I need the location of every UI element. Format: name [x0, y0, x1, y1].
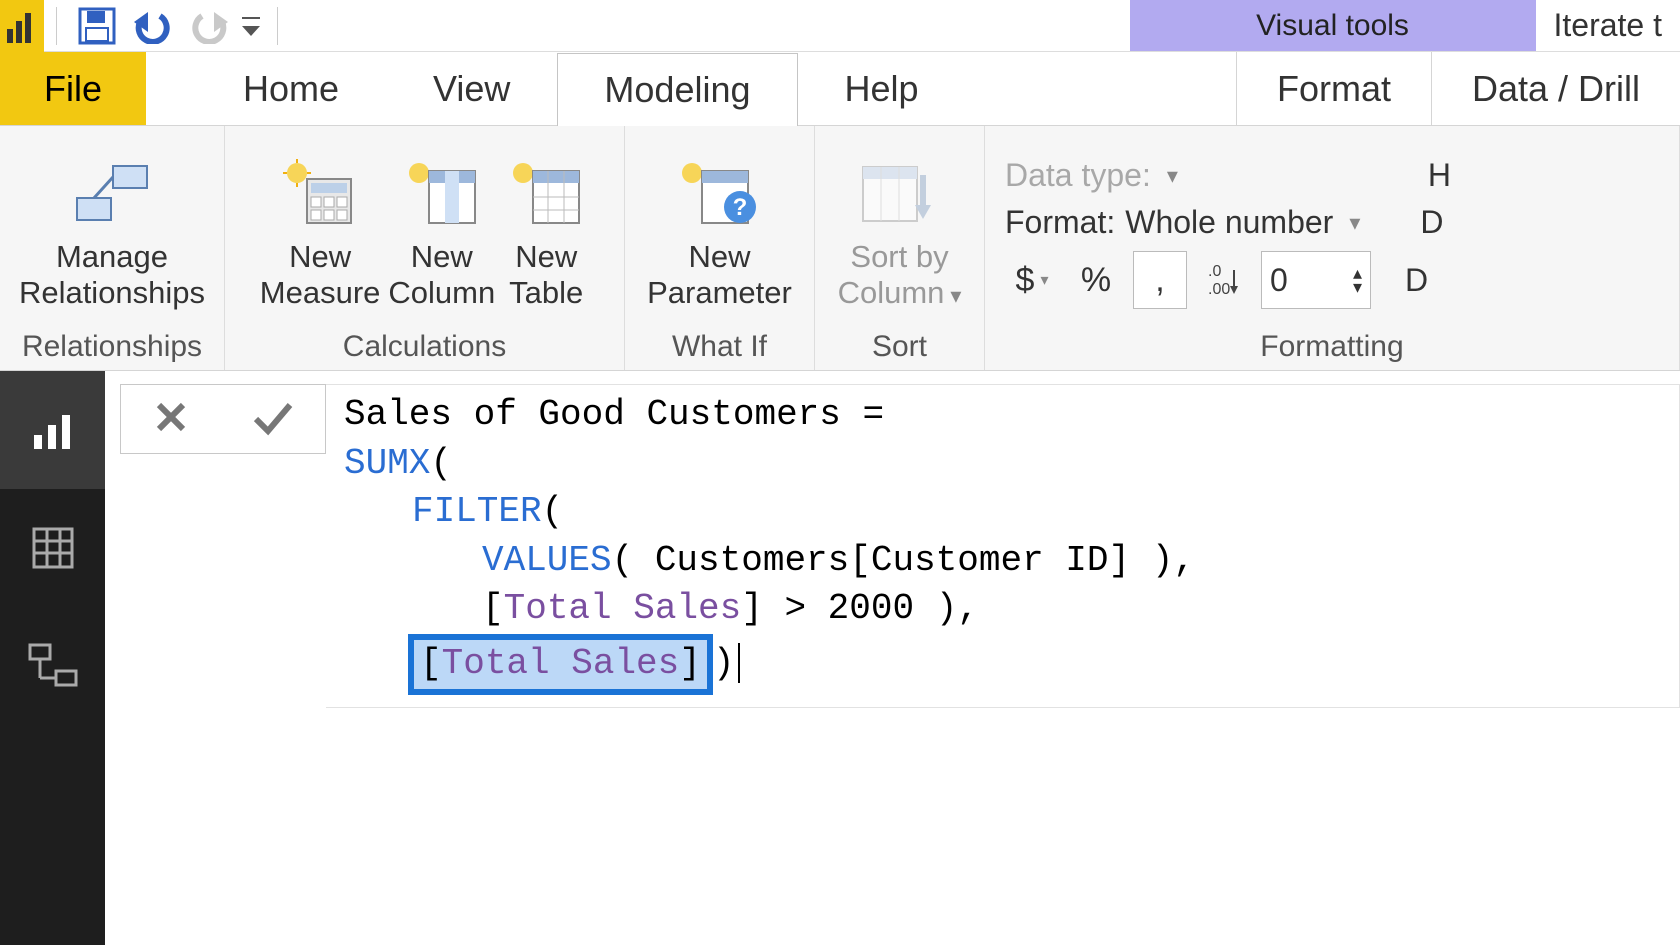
group-sort-label: Sort: [815, 326, 984, 370]
svg-text:.0: .0: [1208, 263, 1221, 280]
chevron-down-icon: ▾: [1167, 163, 1178, 189]
format-dropdown[interactable]: Format: Whole number▾ D: [1005, 204, 1443, 241]
group-relationships-label: Relationships: [0, 326, 224, 370]
new-column-button[interactable]: NewColumn: [388, 149, 495, 310]
thousands-separator-button[interactable]: ,: [1133, 251, 1187, 309]
titlebar: Visual tools Iterate t: [0, 0, 1680, 52]
new-table-button[interactable]: NewTable: [503, 149, 589, 310]
nav-model[interactable]: [0, 607, 105, 725]
formula-cancel-button[interactable]: [151, 397, 191, 442]
datatype-dropdown[interactable]: Data type:▾ H: [1005, 157, 1451, 194]
tab-view[interactable]: View: [386, 52, 557, 125]
tab-modeling[interactable]: Modeling: [557, 53, 797, 126]
nav-data[interactable]: [0, 489, 105, 607]
svg-text:.00: .00: [1208, 281, 1230, 298]
relationships-icon: [69, 155, 155, 233]
percent-button[interactable]: %: [1069, 251, 1123, 309]
visual-tools-context-tab: Visual tools: [1130, 0, 1536, 51]
token-sumx: SUMX: [344, 443, 430, 484]
token-total-sales: Total Sales: [504, 588, 742, 629]
token-filter: FILTER: [412, 491, 542, 532]
new-parameter-button[interactable]: ? NewParameter: [647, 149, 792, 310]
nav-report[interactable]: [0, 371, 105, 489]
formula-commit-button[interactable]: [250, 397, 296, 442]
group-whatif-label: What If: [625, 326, 814, 370]
selected-token: [Total Sales]: [408, 634, 713, 695]
tab-data-drill[interactable]: Data / Drill: [1431, 52, 1680, 125]
text-cursor: [738, 643, 740, 683]
formula-bar: Sales of Good Customers = SUMX( FILTER( …: [120, 384, 1680, 708]
undo-button[interactable]: [125, 0, 181, 52]
new-table-icon: [503, 155, 589, 233]
app-logo: [0, 0, 44, 52]
chevron-down-icon: ▾: [1349, 210, 1360, 236]
redo-button[interactable]: [181, 0, 237, 52]
group-formatting-label: Formatting: [985, 326, 1679, 370]
new-parameter-icon: ?: [676, 155, 762, 233]
tab-help[interactable]: Help: [798, 52, 966, 125]
precision-icon: .0.00: [1197, 251, 1251, 309]
save-button[interactable]: [69, 0, 125, 52]
tab-format[interactable]: Format: [1236, 52, 1431, 125]
formula-editor[interactable]: Sales of Good Customers = SUMX( FILTER( …: [326, 384, 1680, 708]
manage-relationships-button[interactable]: ManageRelationships: [19, 149, 205, 310]
group-calculations-label: Calculations: [225, 326, 624, 370]
sort-by-column-button[interactable]: Sort byColumn▾: [838, 149, 962, 310]
left-nav: [0, 371, 105, 945]
svg-text:?: ?: [733, 194, 748, 221]
new-measure-icon: [277, 155, 363, 233]
currency-button[interactable]: $▾: [1005, 251, 1059, 309]
decimal-places-input[interactable]: 0 ▴▾: [1261, 251, 1371, 309]
new-column-icon: [399, 155, 485, 233]
sort-icon: [857, 155, 943, 233]
tab-home[interactable]: Home: [196, 52, 386, 125]
token-values: VALUES: [482, 540, 612, 581]
qat-dropdown[interactable]: [237, 14, 265, 38]
title-text-cut: Iterate t: [1536, 0, 1680, 51]
ribbon-tabs: File Home View Modeling Help Format Data…: [0, 52, 1680, 126]
formula-text: Sales of Good Customers =: [344, 394, 884, 435]
tab-file[interactable]: File: [0, 52, 146, 125]
ribbon: ManageRelationships Relationships NewMea…: [0, 126, 1680, 371]
new-measure-button[interactable]: NewMeasure: [260, 149, 381, 310]
decimal-stepper[interactable]: ▴▾: [1353, 266, 1362, 295]
